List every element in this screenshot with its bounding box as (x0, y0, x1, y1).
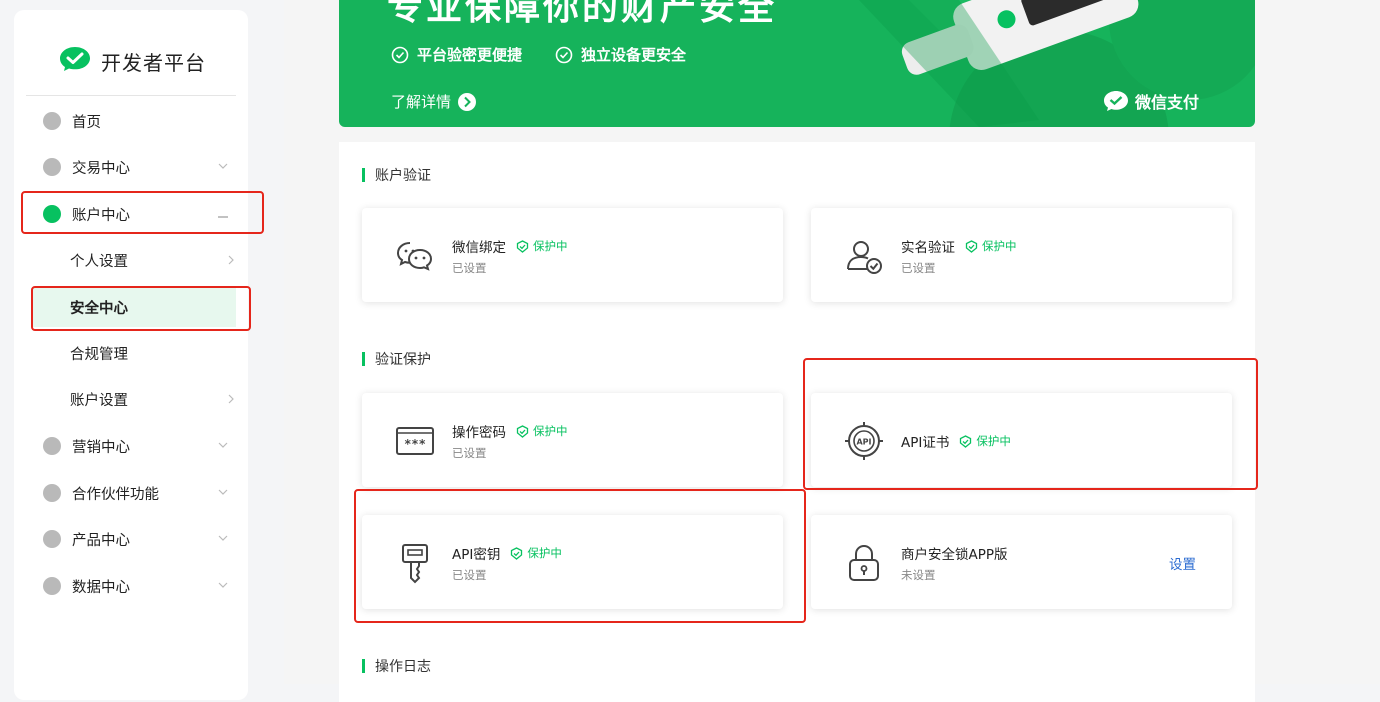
home-icon (43, 112, 61, 130)
status-badge: 保护中 (516, 238, 568, 254)
chevron-down-icon (218, 163, 228, 169)
sidebar-item-label: 合作伙伴功能 (72, 486, 159, 503)
status-text: 保护中 (533, 424, 568, 438)
status-text: 保护中 (533, 239, 568, 253)
user-verify-icon (847, 241, 882, 274)
sidebar-item-account-settings[interactable]: 账户设置 (32, 379, 236, 419)
check-circle-icon (555, 46, 573, 63)
arrow-right-circle-icon (458, 92, 477, 111)
sidebar-item-label: 合规管理 (70, 346, 128, 363)
card-status-sub: 已设置 (452, 446, 487, 460)
chevron-down-icon (218, 489, 228, 495)
section-marker (362, 352, 365, 366)
sidebar-item-label: 交易中心 (72, 160, 130, 177)
card-title: 微信绑定 保护中 (452, 236, 568, 256)
feature-text: 平台验密更便捷 (417, 46, 523, 64)
learn-more-link[interactable]: 了解详情 (391, 91, 477, 112)
sidebar-item-label: 数据中心 (72, 579, 130, 596)
card-wechat-binding[interactable]: 微信绑定 保护中 已设置 (362, 208, 783, 302)
setup-link[interactable]: 设置 (1169, 553, 1196, 573)
card-title: 操作密码 保护中 (452, 421, 568, 441)
divider (26, 95, 236, 96)
section-marker (362, 659, 365, 673)
status-text: 保护中 (982, 239, 1017, 253)
learn-more-text: 了解详情 (391, 93, 452, 111)
sidebar-item-marketing[interactable]: 营销中心 (14, 423, 248, 469)
shield-check-icon (516, 239, 529, 253)
chevron-down-icon (218, 442, 228, 448)
wechat-pay-text: 微信支付 (1134, 93, 1199, 112)
section-verification-protection: 验证保护 (362, 349, 431, 369)
section-operation-log: 操作日志 (362, 656, 431, 676)
banner-title: 专业保障你的财产安全 (387, 0, 778, 28)
sidebar-item-label: 产品中心 (72, 532, 130, 549)
sidebar-item-label: 个人设置 (70, 253, 128, 270)
marketing-icon (43, 437, 61, 455)
card-title: 实名验证 保护中 (901, 236, 1017, 256)
svg-text:***: *** (404, 437, 426, 451)
trade-icon (43, 158, 61, 176)
sidebar-item-data[interactable]: 数据中心 (14, 563, 248, 609)
sidebar-item-products[interactable]: 产品中心 (14, 516, 248, 562)
lock-icon (849, 544, 879, 581)
chevron-right-icon (228, 255, 234, 265)
sidebar-item-label: 账户设置 (70, 392, 128, 409)
products-icon (43, 530, 61, 548)
card-real-name[interactable]: 实名验证 保护中 已设置 (811, 208, 1232, 302)
card-status-sub: 已设置 (452, 261, 487, 275)
banner-feature-2: 独立设备更安全 (555, 44, 686, 65)
section-title: 验证保护 (375, 352, 431, 368)
wechat-logo-icon (59, 46, 91, 76)
card-title: 商户安全锁APP版 (901, 543, 1008, 563)
card-operation-password[interactable]: *** 操作密码 保护中 已设置 (362, 393, 783, 487)
section-title: 账户验证 (375, 168, 431, 184)
chevron-down-icon (218, 535, 228, 541)
highlight-box-api-key (354, 489, 806, 623)
sidebar-item-compliance[interactable]: 合规管理 (32, 333, 236, 373)
card-status-sub: 未设置 (901, 568, 936, 582)
card-title-text: 微信绑定 (452, 240, 506, 256)
chevron-down-icon (218, 582, 228, 588)
section-marker (362, 168, 365, 182)
card-title-text: 实名验证 (901, 240, 955, 256)
brand[interactable]: 开发者平台 (59, 46, 206, 76)
sidebar-item-label: 首页 (72, 114, 101, 131)
shield-check-icon (965, 239, 978, 253)
data-icon (43, 577, 61, 595)
brand-name: 开发者平台 (101, 50, 206, 75)
partner-icon (43, 484, 61, 502)
highlight-box-account (21, 191, 264, 234)
sidebar-item-personal-settings[interactable]: 个人设置 (32, 240, 236, 280)
section-title: 操作日志 (375, 659, 431, 675)
section-account-verification: 账户验证 (362, 165, 431, 185)
card-status-sub: 已设置 (901, 261, 936, 275)
highlight-box-api-cert (803, 358, 1258, 490)
sidebar-item-label: 营销中心 (72, 439, 130, 456)
sidebar-item-home[interactable]: 首页 (14, 98, 248, 144)
chevron-right-icon (228, 394, 234, 404)
card-title-text: 操作密码 (452, 425, 506, 441)
banner-feature-1: 平台验密更便捷 (391, 44, 522, 65)
shield-check-icon (516, 424, 529, 438)
sidebar: 开发者平台 首页 交易中心 账户中心 个人设置 安全中心 合规管理 账户设置 营… (14, 10, 248, 700)
password-icon: *** (396, 427, 434, 455)
wechat-pay-icon (1103, 91, 1128, 111)
feature-text: 独立设备更安全 (581, 46, 687, 64)
status-badge: 保护中 (516, 423, 568, 439)
check-circle-icon (391, 46, 409, 63)
status-badge: 保护中 (965, 238, 1017, 254)
wechat-icon (396, 242, 433, 271)
promo-banner[interactable]: 专业保障你的财产安全 平台验密更便捷 独立设备更安全 了解详情 微信支付 (339, 0, 1255, 127)
card-title-text: 商户安全锁APP版 (901, 547, 1008, 563)
wechat-pay-logo: 微信支付 (1103, 89, 1199, 113)
sidebar-item-partner[interactable]: 合作伙伴功能 (14, 470, 248, 516)
highlight-box-security (31, 286, 251, 331)
card-security-lock-app[interactable]: 商户安全锁APP版 未设置 设置 (811, 515, 1232, 609)
sidebar-item-trade[interactable]: 交易中心 (14, 144, 248, 190)
